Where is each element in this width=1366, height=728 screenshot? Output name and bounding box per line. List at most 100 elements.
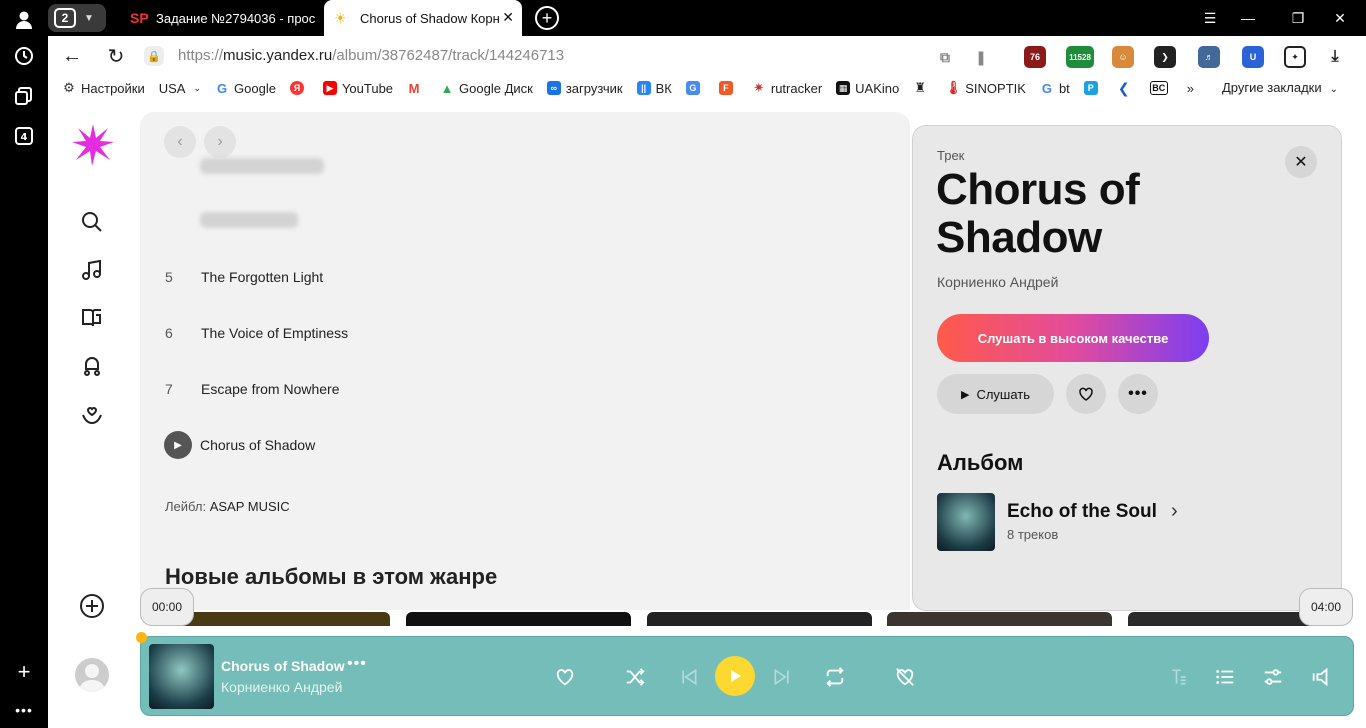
play-track-icon[interactable]: ▶: [164, 431, 192, 459]
track-row-current[interactable]: ▶ Chorus of Shadow: [164, 430, 315, 460]
music-note-icon[interactable]: [78, 256, 106, 284]
shuffle-icon[interactable]: [622, 664, 648, 690]
bookmark-usa[interactable]: USA ⌄: [159, 81, 201, 96]
bookmark-k[interactable]: ❮: [1117, 80, 1136, 96]
more-options-button[interactable]: •••: [1118, 374, 1158, 414]
close-panel-button[interactable]: ✕: [1285, 146, 1317, 178]
yandex-music-logo[interactable]: [70, 122, 116, 168]
progress-handle[interactable]: [136, 632, 147, 643]
label-value[interactable]: ASAP MUSIC: [210, 499, 290, 514]
bookmark-yandex[interactable]: Я: [289, 81, 309, 95]
kids-icon[interactable]: [78, 352, 106, 380]
restore-icon[interactable]: ❐: [1288, 8, 1308, 28]
extension-icon[interactable]: ❯: [1154, 46, 1176, 68]
drive-icon: ▲: [440, 80, 454, 96]
tab-groups-icon[interactable]: 4: [12, 124, 36, 148]
equalizer-icon[interactable]: [1260, 664, 1286, 690]
rutracker-icon: ✷: [753, 80, 765, 95]
profile-icon[interactable]: [12, 8, 36, 32]
close-tab-icon[interactable]: ✕: [502, 9, 514, 26]
download-icon[interactable]: ⤓: [1324, 46, 1346, 68]
back-arrow-button[interactable]: ‹: [164, 126, 196, 158]
album-card[interactable]: [406, 612, 631, 626]
artist-link[interactable]: Корниенко Андрей: [937, 274, 1058, 290]
more-icon[interactable]: •••: [12, 698, 36, 722]
close-window-icon[interactable]: ✕: [1330, 8, 1350, 28]
collection-heart-icon[interactable]: [78, 400, 106, 428]
track-row[interactable]: 7 Escape from Nowhere: [165, 374, 340, 404]
url-field[interactable]: https://music.yandex.ru/album/38762487/t…: [178, 47, 564, 64]
extension-badge-counter[interactable]: 11528: [1066, 46, 1094, 68]
add-panel-icon[interactable]: +: [12, 659, 36, 684]
more-bookmarks-button[interactable]: »: [1187, 81, 1194, 96]
repeat-icon[interactable]: [822, 664, 848, 690]
bookmark-icon[interactable]: ❚: [970, 46, 992, 68]
bookmark-rutracker[interactable]: ✷ rutracker: [752, 80, 822, 96]
listen-high-quality-button[interactable]: Слушать в высоком качестве: [937, 314, 1209, 362]
reload-icon[interactable]: ↻: [104, 44, 128, 68]
bookmark-bc[interactable]: BC: [1149, 81, 1173, 95]
menu-icon[interactable]: ☰: [1200, 8, 1220, 28]
bookmark-settings[interactable]: ⚙ Настройки: [62, 80, 145, 96]
player-artist[interactable]: Корниенко Андрей: [221, 679, 342, 695]
vk-icon: ||: [636, 81, 651, 95]
album-name-link[interactable]: Echo of the Soul: [1007, 501, 1157, 523]
track-row[interactable]: 5 The Forgotten Light: [165, 262, 323, 292]
player-track-title[interactable]: Chorus of Shadow: [221, 658, 345, 674]
extension-icon[interactable]: ♬: [1198, 46, 1220, 68]
tab-counter[interactable]: 2 ▼: [48, 4, 106, 32]
bookmark-gmail[interactable]: M: [407, 81, 426, 96]
minimize-icon[interactable]: —: [1238, 8, 1258, 28]
back-icon[interactable]: ←: [60, 44, 84, 68]
bookmark-p[interactable]: P: [1083, 81, 1103, 95]
forward-arrow-button[interactable]: ›: [204, 126, 236, 158]
bookmark-uakino[interactable]: ▦ UAKino: [836, 81, 899, 96]
previous-icon[interactable]: [676, 664, 702, 690]
search-icon[interactable]: [78, 208, 106, 236]
bookmark-translate[interactable]: G: [685, 81, 705, 95]
new-tab-button[interactable]: +: [535, 6, 559, 30]
bookmark-vk[interactable]: || ВК: [636, 81, 672, 96]
volume-icon[interactable]: [1308, 664, 1334, 690]
copy-icon[interactable]: ⧉: [934, 46, 956, 68]
album-card[interactable]: [887, 612, 1112, 626]
next-icon[interactable]: [769, 664, 795, 690]
player-more-icon[interactable]: •••: [347, 655, 367, 673]
bookmark-bt[interactable]: Gbt: [1040, 81, 1070, 96]
lyrics-icon[interactable]: [1166, 664, 1192, 690]
like-button[interactable]: [1066, 374, 1106, 414]
tab-task[interactable]: SP Задание №2794036 - прос: [120, 0, 320, 36]
play-button[interactable]: [715, 656, 755, 696]
plus-circle-icon[interactable]: [78, 592, 106, 620]
tab-yandex-music[interactable]: ☀ Chorus of Shadow Корн ✕: [324, 0, 522, 36]
dislike-icon[interactable]: [892, 664, 918, 690]
listen-button[interactable]: ▶ Слушать: [937, 374, 1054, 414]
queue-icon[interactable]: [1212, 664, 1238, 690]
avatar[interactable]: [75, 658, 109, 692]
panel-kicker: Трек: [937, 148, 965, 163]
chevron-right-icon[interactable]: ›: [1171, 500, 1178, 523]
extension-puzzle-icon[interactable]: ✦: [1284, 46, 1306, 68]
bookmark-loader[interactable]: ∞ загрузчик: [546, 81, 623, 96]
bookmark-sinoptik[interactable]: 🌡 SINOPTIK: [945, 80, 1026, 96]
track-row[interactable]: 6 The Voice of Emptiness: [165, 318, 348, 348]
album-card[interactable]: [164, 612, 390, 626]
lock-icon[interactable]: 🔒: [144, 46, 164, 66]
player-cover[interactable]: [149, 644, 214, 709]
extension-badge-76[interactable]: 76: [1024, 46, 1046, 68]
history-icon[interactable]: [12, 44, 36, 68]
bookmark-f[interactable]: F: [718, 81, 738, 95]
collections-icon[interactable]: [12, 84, 36, 108]
bookmark-figure[interactable]: ♜: [913, 80, 932, 95]
bookmark-google-drive[interactable]: ▲ Google Диск: [440, 81, 533, 96]
album-cover[interactable]: [937, 493, 995, 551]
bookmark-youtube[interactable]: ▶ YouTube: [322, 81, 393, 96]
heart-icon[interactable]: [552, 664, 578, 690]
other-bookmarks-button[interactable]: Другие закладки ⌄: [1222, 80, 1338, 95]
album-card[interactable]: [1128, 612, 1328, 626]
bookmark-google[interactable]: G Google: [215, 81, 276, 96]
extension-shield-icon[interactable]: U: [1242, 46, 1264, 68]
album-card[interactable]: [647, 612, 872, 626]
book-icon[interactable]: [78, 304, 106, 332]
extension-icon[interactable]: ☺: [1112, 46, 1134, 68]
